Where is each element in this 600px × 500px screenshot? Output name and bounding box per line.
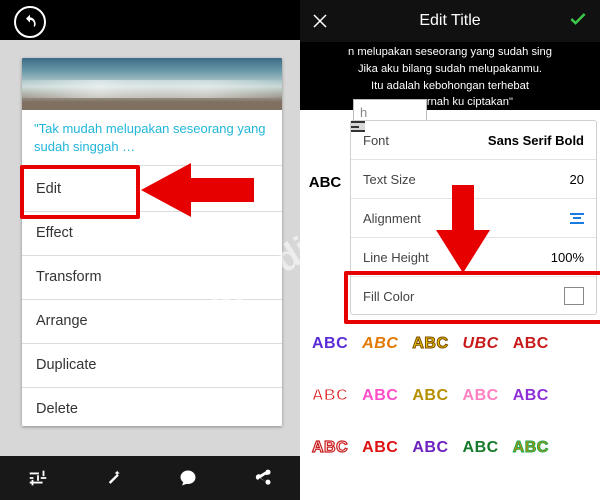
confirm-button[interactable] [568,9,592,33]
style-sample[interactable]: ABC [463,439,499,457]
comment-button[interactable] [163,456,213,500]
style-row: ABC ABC ABC ABC ABC [300,434,600,462]
row-font[interactable]: Font Sans Serif Bold [351,121,596,160]
alignment-buttons [570,213,584,224]
style-row: ABC ABC ABC ABC ABC [300,382,600,410]
text-style-grid: ABC ABC ABC UBC ABC ABC ABC ABC ABC ABC … [300,330,600,462]
align-center-button[interactable] [570,213,584,224]
style-sample[interactable]: ABC [412,335,448,353]
share-icon [253,468,273,488]
style-sample[interactable]: ABC [304,168,346,196]
sliders-icon [27,467,49,489]
preview-line: n melupakan seseorang yang sudah sing [300,44,600,61]
style-sample[interactable]: ABC [412,439,448,457]
screen-title: Edit Title [419,12,480,30]
menu-item-edit[interactable]: Edit [22,168,282,212]
menu-item-effect[interactable]: Effect [22,212,282,256]
style-sample[interactable]: ABC [513,335,549,353]
wand-icon [103,468,123,488]
line-height-label: Line Height [363,250,429,265]
row-line-height[interactable]: Line Height 100% [351,238,596,277]
context-card: "Tak mudah melupakan seseorang yang suda… [22,58,282,426]
style-sample[interactable]: ABC [463,387,499,405]
preview-line: yang pernah ku ciptakan" [300,94,600,110]
row-fill-color[interactable]: Fill Color [351,277,596,315]
divider [22,165,282,166]
preview-thumbnail [22,58,282,110]
check-icon [568,9,588,29]
style-sample[interactable]: ABC [362,335,398,353]
align-left-button[interactable] [351,121,365,132]
font-value: Sans Serif Bold [488,133,584,148]
magic-button[interactable] [88,456,138,500]
text-properties-panel: Font Sans Serif Bold Text Size 20 Alignm… [350,120,597,315]
style-sample[interactable]: ABC [312,335,348,353]
share-button[interactable] [238,456,288,500]
undo-icon [22,14,38,30]
menu-item-delete[interactable]: Delete [22,388,282,426]
style-sample[interactable]: ABC [513,387,549,405]
left-toolbar [0,0,300,40]
style-sample[interactable]: UBC [463,335,499,353]
text-size-label: Text Size [363,172,416,187]
style-sample[interactable]: ABC [362,387,398,405]
row-text-size[interactable]: Text Size 20 [351,160,596,199]
text-size-value: 20 [570,172,584,187]
font-label: Font [363,133,389,148]
fill-color-label: Fill Color [363,289,414,304]
style-sample[interactable]: ABC [312,439,348,457]
undo-button[interactable] [14,6,46,38]
style-sample[interactable]: ABC [362,439,398,457]
menu-item-transform[interactable]: Transform [22,256,282,300]
preview-line: Jika aku bilang sudah melupakanmu. [300,61,600,78]
close-icon [311,12,329,30]
right-screen: Edit Title n melupakan seseorang yang su… [300,0,600,500]
close-button[interactable] [308,9,332,33]
style-sample[interactable]: ABC [412,387,448,405]
right-toolbar: Edit Title [300,0,600,42]
style-sample[interactable]: ABC [513,439,549,457]
left-bottom-bar [0,456,300,500]
left-screen: "Tak mudah melupakan seseorang yang suda… [0,0,300,500]
style-sample[interactable]: ABC [312,387,348,405]
style-preview-strip: ABC [304,168,346,201]
style-row: ABC ABC ABC UBC ABC [300,330,600,358]
adjust-button[interactable] [13,456,63,500]
menu-item-duplicate[interactable]: Duplicate [22,344,282,388]
line-height-value: 100% [551,250,584,265]
text-preview: n melupakan seseorang yang sudah sing Ji… [300,42,600,110]
alignment-label: Alignment [363,211,421,226]
preview-line: Itu adalah kebohongan terhebat [300,78,600,95]
row-alignment: Alignment [351,199,596,238]
fill-color-swatch[interactable] [564,287,584,305]
menu-item-arrange[interactable]: Arrange [22,300,282,344]
speech-bubble-icon [178,468,198,488]
context-menu: Edit Effect Transform Arrange Duplicate … [22,168,282,426]
selected-text-preview: "Tak mudah melupakan seseorang yang suda… [34,120,270,155]
